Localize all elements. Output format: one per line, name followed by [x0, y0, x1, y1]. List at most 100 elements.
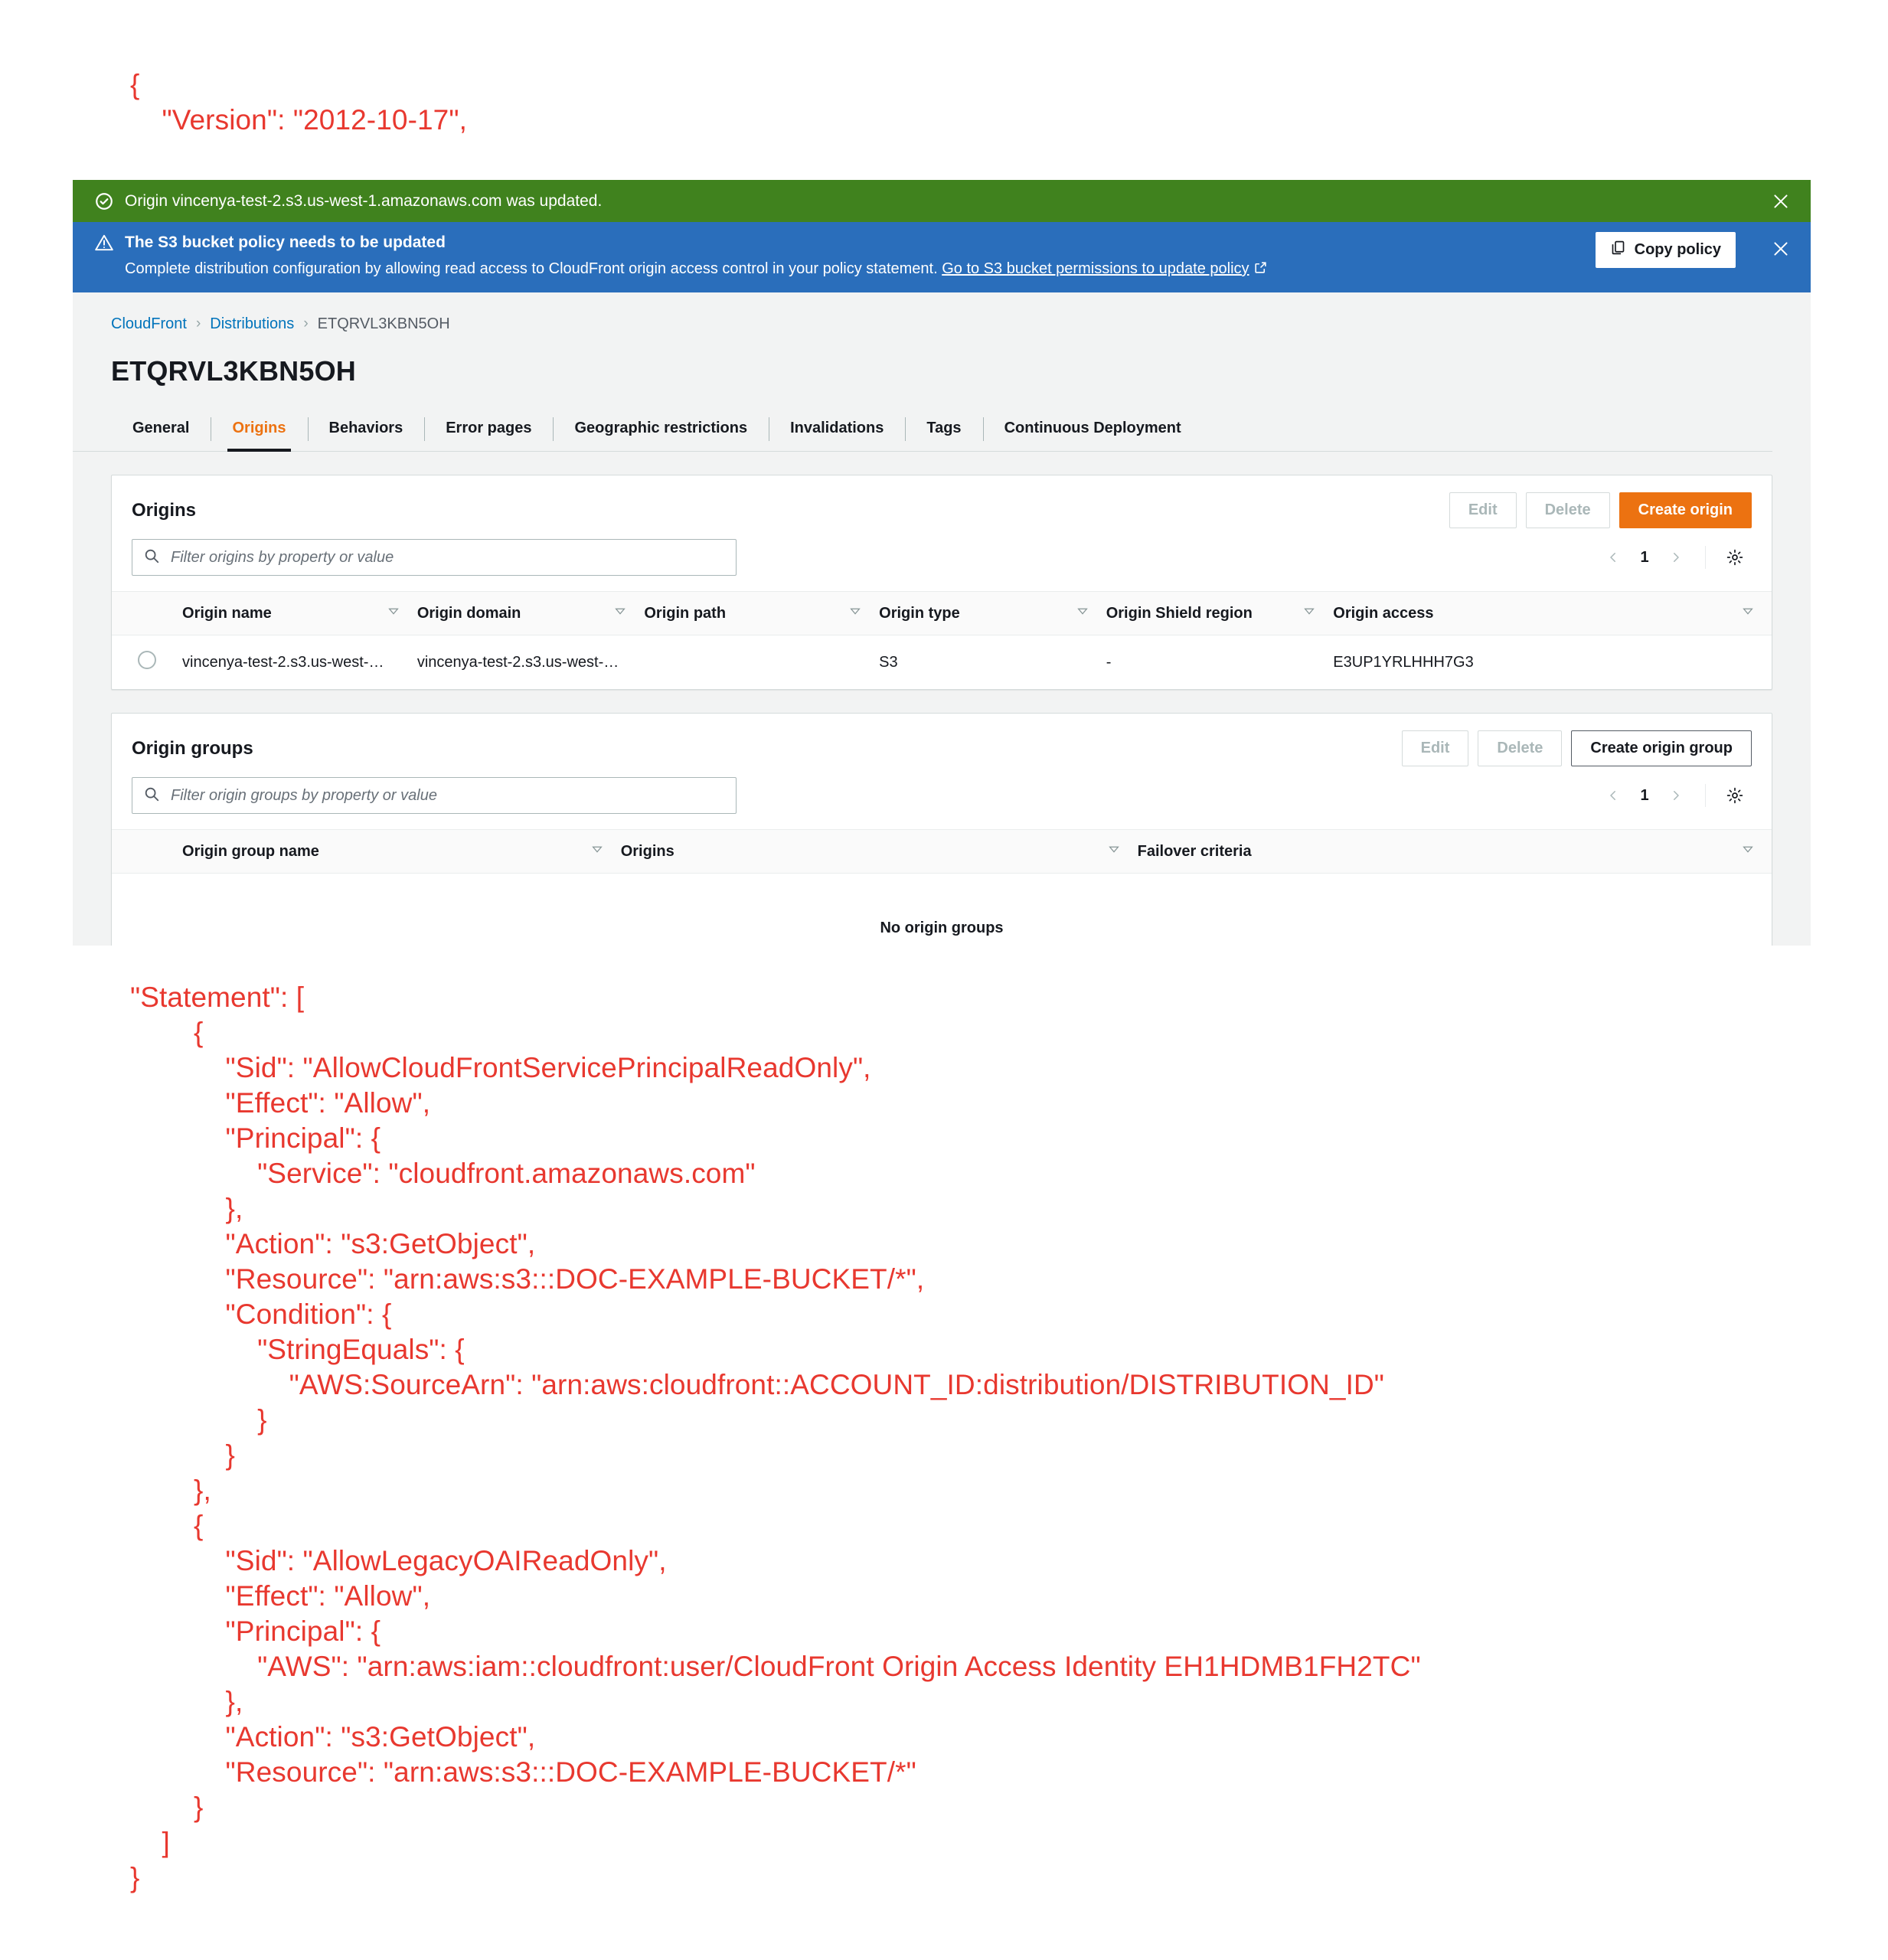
origins-title: Origins: [132, 499, 197, 521]
gear-icon[interactable]: [1718, 541, 1752, 574]
previous-page-icon[interactable]: [1596, 779, 1630, 812]
column-label: Origin name: [182, 604, 272, 622]
sort-icon: [848, 604, 862, 622]
sort-icon: [613, 604, 627, 622]
breadcrumb: CloudFront › Distributions › ETQRVL3KBN5…: [73, 312, 1811, 335]
origin-groups-pagination: 1: [1596, 779, 1752, 812]
origins-pagination: 1: [1596, 541, 1752, 574]
cell-origin-access: E3UP1YRLHHH7G3: [1333, 653, 1474, 671]
column-label: Origin domain: [416, 604, 521, 622]
origins-table-header-row: Origin name Origin domain Origin path Or…: [112, 591, 1772, 635]
origin-groups-table: Origin group name Origins Failover crite…: [112, 829, 1772, 946]
origin-groups-filter-box[interactable]: [132, 777, 737, 814]
sort-icon: [1741, 842, 1755, 861]
tab-tags[interactable]: Tags: [905, 409, 982, 451]
origins-actions: Edit Delete Create origin: [1449, 492, 1752, 528]
origin-groups-actions: Edit Delete Create origin group: [1401, 730, 1752, 766]
origins-col-origin-name[interactable]: Origin name: [182, 591, 417, 635]
breadcrumb-item-cloudfront[interactable]: CloudFront: [111, 315, 187, 333]
origin-groups-empty-cell: No origin groups You don't have any orig…: [112, 874, 1772, 946]
origins-filter-box[interactable]: [132, 539, 737, 576]
info-heading: The S3 bucket policy needs to be updated: [125, 234, 446, 251]
tab-behaviors[interactable]: Behaviors: [307, 409, 425, 451]
origin-groups-filter-input[interactable]: [169, 786, 725, 805]
copy-icon: [1610, 240, 1626, 260]
next-page-icon[interactable]: [1659, 541, 1693, 574]
origins-col-origin-shield-region[interactable]: Origin Shield region: [1106, 591, 1334, 635]
column-label: Failover criteria: [1137, 842, 1252, 860]
origin-groups-page-number[interactable]: 1: [1635, 787, 1654, 805]
row-radio-button[interactable]: [138, 651, 156, 669]
tab-general[interactable]: General: [111, 409, 211, 451]
aws-console-screenshot: Origin vincenya-test-2.s3.us-west-1.amaz…: [73, 180, 1811, 946]
origins-col-origin-type[interactable]: Origin type: [879, 591, 1106, 635]
origins-panel: Origins Edit Delete Create origin Filter…: [111, 475, 1772, 690]
tab-bar: General Origins Behaviors Error pages Ge…: [73, 409, 1772, 452]
tab-origins[interactable]: Origins: [211, 409, 307, 452]
policy-json-top: { "Version": "2012-10-17",: [130, 69, 467, 136]
breadcrumb-separator-icon: ›: [303, 315, 309, 332]
origin-groups-col-name[interactable]: Origin group name: [182, 829, 621, 874]
sort-icon: [590, 842, 604, 861]
copy-policy-button[interactable]: Copy policy: [1595, 232, 1736, 268]
breadcrumb-separator-icon: ›: [195, 315, 201, 332]
origins-edit-button[interactable]: Edit: [1449, 492, 1517, 528]
sort-icon: [1302, 604, 1316, 622]
column-label: Origin type: [879, 604, 960, 622]
previous-page-icon[interactable]: [1596, 541, 1630, 574]
origins-table: Origin name Origin domain Origin path Or…: [112, 591, 1772, 689]
column-label: Origin group name: [182, 842, 319, 860]
cell-origin-domain: vincenya-test-2.s3.us-west-…: [416, 653, 619, 671]
tab-geographic-restrictions[interactable]: Geographic restrictions: [553, 409, 769, 451]
origin-groups-table-header-row: Origin group name Origins Failover crite…: [112, 829, 1772, 874]
s3-bucket-permissions-link[interactable]: Go to S3 bucket permissions to update po…: [942, 260, 1249, 277]
origins-page-number[interactable]: 1: [1635, 549, 1654, 567]
column-label: Origins: [620, 842, 675, 860]
origin-groups-toolbar: 1: [112, 773, 1772, 829]
search-icon: [143, 547, 160, 568]
info-notification: The S3 bucket policy needs to be updated…: [73, 222, 1811, 292]
tab-continuous-deployment[interactable]: Continuous Deployment: [982, 409, 1203, 451]
table-row[interactable]: vincenya-test-2.s3.us-west-… vincenya-te…: [112, 635, 1772, 690]
breadcrumb-item-distributions[interactable]: Distributions: [210, 315, 294, 333]
origins-col-origin-access[interactable]: Origin access: [1333, 591, 1772, 635]
origins-col-origin-domain[interactable]: Origin domain: [416, 591, 645, 635]
tab-error-pages[interactable]: Error pages: [424, 409, 553, 451]
origins-col-origin-path[interactable]: Origin path: [644, 591, 880, 635]
tab-invalidations[interactable]: Invalidations: [769, 409, 905, 451]
column-label: Origin Shield region: [1106, 604, 1253, 622]
breadcrumb-item-current: ETQRVL3KBN5OH: [317, 315, 450, 332]
cell-origin-path: [644, 635, 879, 690]
origins-select-header: [112, 591, 183, 635]
origin-groups-empty-row: No origin groups You don't have any orig…: [112, 874, 1772, 946]
success-message: Origin vincenya-test-2.s3.us-west-1.amaz…: [125, 191, 603, 210]
success-notification: Origin vincenya-test-2.s3.us-west-1.amaz…: [73, 180, 1811, 222]
divider: [1705, 784, 1706, 807]
origin-groups-panel-header: Origin groups Edit Delete Create origin …: [112, 714, 1772, 773]
cell-origin-name: vincenya-test-2.s3.us-west-…: [182, 653, 384, 671]
origins-filter-input[interactable]: [169, 547, 725, 567]
sort-icon: [1107, 842, 1121, 861]
close-icon[interactable]: [1768, 188, 1794, 214]
gear-icon[interactable]: [1718, 779, 1752, 812]
copy-policy-label: Copy policy: [1634, 241, 1721, 258]
info-body-text: Complete distribution configuration by a…: [125, 260, 938, 277]
empty-state-title: No origin groups: [880, 920, 1004, 936]
close-icon[interactable]: [1768, 236, 1794, 262]
row-select-cell[interactable]: [112, 635, 182, 690]
external-link-icon: [1253, 260, 1268, 280]
origin-groups-delete-button[interactable]: Delete: [1478, 730, 1563, 766]
sort-icon: [1076, 604, 1089, 622]
next-page-icon[interactable]: [1659, 779, 1693, 812]
origin-groups-col-failover-criteria[interactable]: Failover criteria: [1137, 829, 1772, 874]
create-origin-group-button[interactable]: Create origin group: [1571, 730, 1752, 766]
policy-json-bottom: "Statement": [ { "Sid": "AllowCloudFront…: [130, 982, 1421, 1893]
page-title: ETQRVL3KBN5OH: [111, 355, 356, 387]
origins-delete-button[interactable]: Delete: [1525, 492, 1610, 528]
create-origin-button[interactable]: Create origin: [1619, 492, 1752, 528]
origin-groups-col-origins[interactable]: Origins: [620, 829, 1138, 874]
origin-groups-edit-button[interactable]: Edit: [1401, 730, 1469, 766]
origins-toolbar: 1: [112, 534, 1772, 591]
sort-icon: [387, 604, 400, 622]
origin-groups-title: Origin groups: [132, 737, 253, 759]
